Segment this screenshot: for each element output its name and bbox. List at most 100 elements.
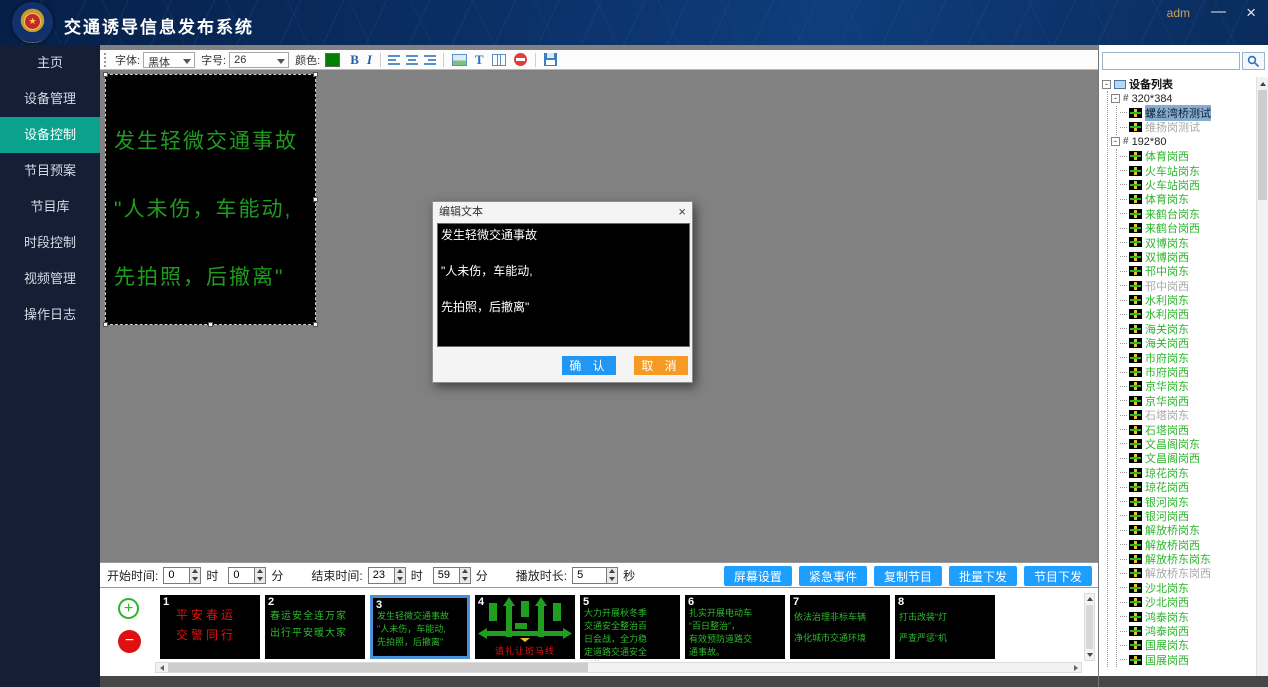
device-item[interactable]: 沙北岗东 [1120, 581, 1254, 595]
device-item[interactable]: 火车站岗东 [1120, 163, 1254, 177]
device-item[interactable]: 海关岗东 [1120, 322, 1254, 336]
device-item[interactable]: 海关岗西 [1120, 336, 1254, 350]
device-item[interactable]: 火车站岗西 [1120, 178, 1254, 192]
resize-handle[interactable] [313, 72, 318, 77]
device-item[interactable]: 琼花岗东 [1120, 466, 1254, 480]
device-item[interactable]: 邗中岗东 [1120, 264, 1254, 278]
align-right-button[interactable] [424, 55, 436, 65]
device-item[interactable]: 市府岗西 [1120, 365, 1254, 379]
device-item[interactable]: 螺丝湾桥测试 [1120, 106, 1254, 120]
action-button-紧急事件[interactable]: 紧急事件 [799, 566, 867, 586]
device-item[interactable]: 文昌阁岗东 [1120, 437, 1254, 451]
program-thumbnail-8[interactable]: 8打击改装“灯严查严惩“机 [895, 595, 995, 659]
device-item[interactable]: 鸿泰岗西 [1120, 624, 1254, 638]
device-item[interactable]: 来鹤台岗东 [1120, 207, 1254, 221]
device-item[interactable]: 解放桥岗东 [1120, 523, 1254, 537]
collapse-icon[interactable]: - [1111, 94, 1120, 103]
device-item[interactable]: 国展岗东 [1120, 638, 1254, 652]
sidebar-item-设备管理[interactable]: 设备管理 [0, 81, 100, 117]
program-thumbnail-3[interactable]: 3发生轻微交通事故"人未伤，车能动,先拍照，后撤离" [370, 595, 470, 659]
device-item[interactable]: 沙北岗西 [1120, 595, 1254, 609]
end-hour-stepper[interactable] [394, 567, 406, 584]
bold-button[interactable]: B [350, 52, 359, 68]
program-thumbnail-1[interactable]: 1平安春运交警同行 [160, 595, 260, 659]
font-size-select[interactable]: 26 [229, 52, 289, 68]
device-item[interactable]: 银河岗西 [1120, 509, 1254, 523]
action-button-节目下发[interactable]: 节目下发 [1024, 566, 1092, 586]
align-center-button[interactable] [406, 55, 418, 65]
collapse-icon[interactable]: - [1102, 80, 1111, 89]
stop-button[interactable] [514, 53, 527, 66]
device-item[interactable]: 文昌阁岗西 [1120, 451, 1254, 465]
device-item[interactable]: 水利岗西 [1120, 307, 1254, 321]
device-item[interactable]: 京华岗西 [1120, 394, 1254, 408]
sidebar-item-主页[interactable]: 主页 [0, 45, 100, 81]
end-minute-input[interactable] [433, 567, 459, 584]
device-item[interactable]: 解放桥岗西 [1120, 538, 1254, 552]
add-program-button[interactable]: + [118, 598, 139, 619]
color-swatch[interactable] [325, 53, 340, 67]
tree-group-320*384[interactable]: -#320*384 [1111, 91, 1254, 105]
scroll-down-icon[interactable] [1085, 650, 1094, 660]
start-minute-stepper[interactable] [254, 567, 266, 584]
horizontal-scrollbar[interactable] [155, 662, 1082, 673]
resize-handle[interactable] [103, 322, 108, 327]
align-left-button[interactable] [388, 55, 400, 65]
device-item[interactable]: 市府岗东 [1120, 350, 1254, 364]
scrollbar-thumb[interactable] [1258, 90, 1267, 200]
device-item[interactable]: 维扬岗测试 [1120, 120, 1254, 134]
search-input[interactable] [1102, 52, 1240, 70]
end-minute-stepper[interactable] [459, 567, 471, 584]
end-hour-input[interactable] [368, 567, 394, 584]
insert-text-button[interactable]: T [475, 52, 484, 68]
scroll-right-icon[interactable] [1070, 663, 1081, 672]
device-item[interactable]: 银河岗东 [1120, 494, 1254, 508]
start-hour-input[interactable] [163, 567, 189, 584]
confirm-button[interactable]: 确 认 [562, 356, 616, 375]
tree-group-192*80[interactable]: -#192*80 [1111, 135, 1254, 149]
minimize-button[interactable]: — [1211, 3, 1226, 20]
sidebar-item-视频管理[interactable]: 视频管理 [0, 261, 100, 297]
remove-program-button[interactable]: − [118, 630, 141, 653]
device-tree-scrollbar[interactable] [1256, 77, 1268, 687]
device-item[interactable]: 水利岗东 [1120, 293, 1254, 307]
device-item[interactable]: 京华岗东 [1120, 379, 1254, 393]
sidebar-item-时段控制[interactable]: 时段控制 [0, 225, 100, 261]
scroll-up-icon[interactable] [1257, 78, 1268, 89]
italic-button[interactable]: I [367, 52, 372, 68]
action-button-复制节目[interactable]: 复制节目 [874, 566, 942, 586]
tree-root[interactable]: -设备列表 [1102, 77, 1254, 91]
resize-handle[interactable] [103, 72, 108, 77]
sidebar-item-设备控制[interactable]: 设备控制 [0, 117, 100, 153]
sidebar-item-节目预案[interactable]: 节目预案 [0, 153, 100, 189]
program-thumbnail-2[interactable]: 2春运安全连万家出行平安暖大家 [265, 595, 365, 659]
scroll-left-icon[interactable] [156, 663, 167, 672]
device-item[interactable]: 琼花岗西 [1120, 480, 1254, 494]
insert-image-button[interactable] [452, 54, 467, 66]
resize-handle[interactable] [313, 322, 318, 327]
scroll-up-icon[interactable] [1085, 594, 1094, 604]
duration-input[interactable] [572, 567, 606, 584]
action-button-批量下发[interactable]: 批量下发 [949, 566, 1017, 586]
close-button[interactable]: × [1246, 3, 1256, 23]
start-minute-input[interactable] [228, 567, 254, 584]
resize-handle[interactable] [313, 197, 318, 202]
scrollbar-thumb[interactable] [1086, 605, 1093, 649]
led-preview-canvas[interactable]: 发生轻微交通事故"人未伤，车能动,先拍照，后撤离" [105, 74, 316, 325]
sidebar-item-节目库[interactable]: 节目库 [0, 189, 100, 225]
collapse-icon[interactable]: - [1111, 137, 1120, 146]
cancel-button[interactable]: 取 消 [634, 356, 688, 375]
dialog-close-icon[interactable]: × [678, 204, 686, 219]
save-button[interactable] [544, 53, 557, 66]
device-item[interactable]: 鸿泰岗东 [1120, 609, 1254, 623]
program-thumbnail-4[interactable]: 4请礼让斑马线 [475, 595, 575, 659]
sidebar-item-操作日志[interactable]: 操作日志 [0, 297, 100, 333]
device-item[interactable]: 石塔岗西 [1120, 422, 1254, 436]
playlist-vertical-scrollbar[interactable] [1084, 593, 1095, 661]
search-button[interactable] [1242, 52, 1265, 70]
program-thumbnail-7[interactable]: 7依法治理非标车辆净化城市交通环境 [790, 595, 890, 659]
device-item[interactable]: 国展岗西 [1120, 653, 1254, 667]
device-item[interactable]: 石塔岗东 [1120, 408, 1254, 422]
device-item[interactable]: 双博岗东 [1120, 235, 1254, 249]
device-item[interactable]: 解放桥东岗东 [1120, 552, 1254, 566]
